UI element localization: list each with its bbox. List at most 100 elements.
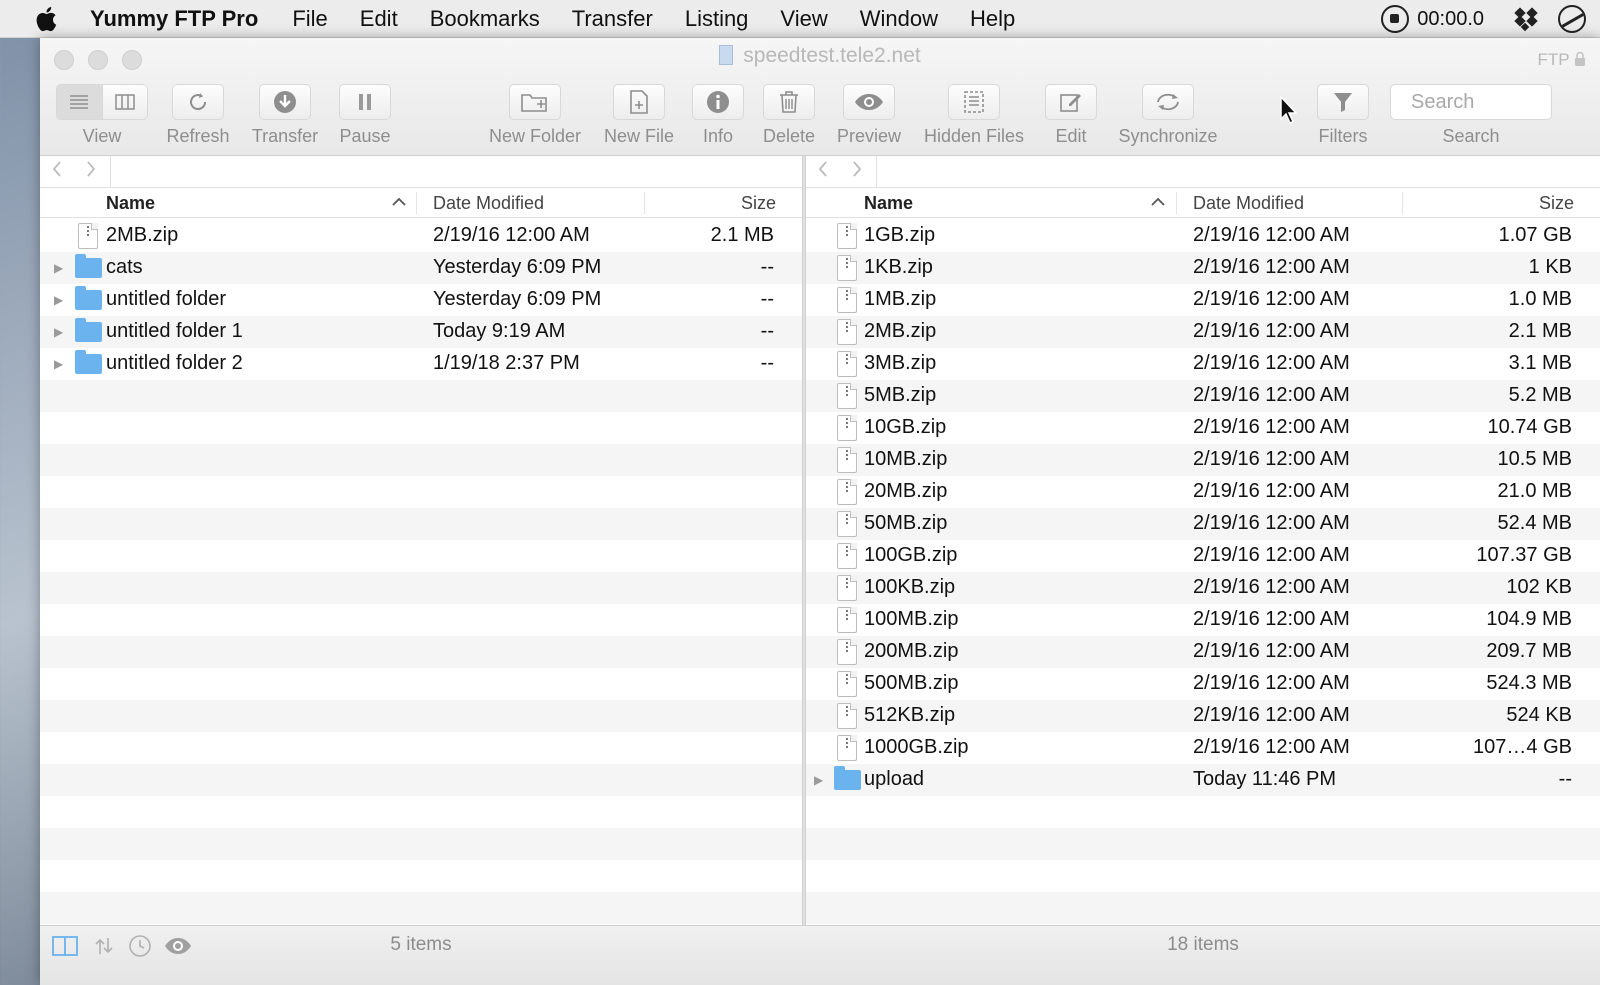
table-row[interactable]: 10MB.zip 2/19/16 12:00 AM 10.5 MB <box>806 444 1600 476</box>
trash-icon <box>780 91 798 113</box>
local-back-button[interactable] <box>40 160 74 183</box>
table-row[interactable]: 1GB.zip 2/19/16 12:00 AM 1.07 GB <box>806 220 1600 252</box>
zip-file-icon <box>837 511 857 537</box>
window-title: speedtest.tele2.net <box>40 44 1600 68</box>
file-size: 1.0 MB <box>1508 288 1572 310</box>
table-row[interactable]: 10GB.zip 2/19/16 12:00 AM 10.74 GB <box>806 412 1600 444</box>
filters-button[interactable] <box>1317 84 1369 120</box>
local-forward-button[interactable] <box>74 160 108 183</box>
list-view-button[interactable] <box>57 85 102 119</box>
table-row[interactable]: 100KB.zip 2/19/16 12:00 AM 102 KB <box>806 572 1600 604</box>
menu-edit[interactable]: Edit <box>360 6 398 32</box>
file-date: Yesterday 6:09 PM <box>433 256 602 278</box>
pause-tool[interactable]: Pause <box>334 84 396 147</box>
menu-bookmarks[interactable]: Bookmarks <box>430 6 540 32</box>
remote-forward-button[interactable] <box>840 160 874 183</box>
status-bar: 5 items 18 items <box>40 925 1600 985</box>
local-size-column-header[interactable]: Size <box>741 193 776 214</box>
menu-listing[interactable]: Listing <box>685 6 749 32</box>
preview-button[interactable] <box>843 84 895 120</box>
synchronize-button[interactable] <box>1142 84 1194 120</box>
column-separator[interactable] <box>416 192 417 214</box>
table-row[interactable]: 100GB.zip 2/19/16 12:00 AM 107.37 GB <box>806 540 1600 572</box>
delete-button[interactable] <box>763 84 815 120</box>
column-view-button[interactable] <box>101 85 147 119</box>
file-name: cats <box>106 256 143 278</box>
transfer-button[interactable] <box>259 84 311 120</box>
pause-button[interactable] <box>339 84 391 120</box>
disclosure-triangle-icon[interactable]: ▶ <box>54 261 63 275</box>
table-row[interactable]: 1KB.zip 2/19/16 12:00 AM 1 KB <box>806 252 1600 284</box>
zip-file-icon <box>837 607 857 633</box>
remote-pane: Name Date Modified Size 1GB.zip 2/19/16 1… <box>806 156 1600 925</box>
status-circle-icon[interactable] <box>1558 5 1586 33</box>
info-tool[interactable]: Info <box>690 84 746 147</box>
search-input[interactable]: Search <box>1390 84 1552 120</box>
edit-tool[interactable]: Edit <box>1043 84 1099 147</box>
column-separator[interactable] <box>1176 192 1177 214</box>
preview-tool[interactable]: Preview <box>832 84 906 147</box>
refresh-button[interactable] <box>172 84 224 120</box>
table-row[interactable]: 50MB.zip 2/19/16 12:00 AM 52.4 MB <box>806 508 1600 540</box>
screen-record-icon[interactable] <box>1381 5 1410 33</box>
table-row[interactable]: ▶ cats Yesterday 6:09 PM -- <box>40 252 802 284</box>
table-row[interactable]: 1MB.zip 2/19/16 12:00 AM 1.0 MB <box>806 284 1600 316</box>
refresh-tool[interactable]: Refresh <box>161 84 235 147</box>
remote-back-button[interactable] <box>806 160 840 183</box>
table-row[interactable]: ▶ upload Today 11:46 PM -- <box>806 764 1600 796</box>
local-date-column-header[interactable]: Date Modified <box>433 193 544 214</box>
table-row[interactable]: 512KB.zip 2/19/16 12:00 AM 524 KB <box>806 700 1600 732</box>
column-separator[interactable] <box>644 192 645 214</box>
file-size: 524 KB <box>1506 704 1572 726</box>
remote-size-column-header[interactable]: Size <box>1539 193 1574 214</box>
delete-tool[interactable]: Delete <box>756 84 822 147</box>
table-row[interactable]: 2MB.zip 2/19/16 12:00 AM 2.1 MB <box>806 316 1600 348</box>
info-button[interactable] <box>692 84 744 120</box>
menu-transfer[interactable]: Transfer <box>572 6 653 32</box>
new-file-tool[interactable]: New File <box>598 84 680 147</box>
remote-name-column-header[interactable]: Name <box>864 193 913 214</box>
dropbox-icon[interactable] <box>1514 7 1538 32</box>
table-row[interactable]: 3MB.zip 2/19/16 12:00 AM 3.1 MB <box>806 348 1600 380</box>
local-status: 5 items <box>40 926 802 985</box>
table-row[interactable]: 1000GB.zip 2/19/16 12:00 AM 107…4 GB <box>806 732 1600 764</box>
table-row[interactable]: 2MB.zip 2/19/16 12:00 AM 2.1 MB <box>40 220 802 252</box>
new-folder-button[interactable] <box>509 84 561 120</box>
disclosure-triangle-icon[interactable]: ▶ <box>54 325 63 339</box>
table-row[interactable]: 100MB.zip 2/19/16 12:00 AM 104.9 MB <box>806 604 1600 636</box>
apple-menu[interactable] <box>0 0 90 38</box>
new-file-button[interactable] <box>613 84 665 120</box>
hidden-files-tool[interactable]: Hidden Files <box>916 84 1032 147</box>
file-size: 524.3 MB <box>1486 672 1572 694</box>
table-row[interactable]: ▶ untitled folder 2 1/19/18 2:37 PM -- <box>40 348 802 380</box>
table-row[interactable]: 200MB.zip 2/19/16 12:00 AM 209.7 MB <box>806 636 1600 668</box>
table-row[interactable]: 20MB.zip 2/19/16 12:00 AM 21.0 MB <box>806 476 1600 508</box>
disclosure-triangle-icon[interactable]: ▶ <box>814 773 823 787</box>
app-name-menu[interactable]: Yummy FTP Pro <box>90 6 258 32</box>
file-name: 20MB.zip <box>864 480 948 502</box>
menu-window[interactable]: Window <box>860 6 938 32</box>
file-date: Yesterday 6:09 PM <box>433 288 602 310</box>
synchronize-tool[interactable]: Synchronize <box>1110 84 1226 147</box>
edit-button[interactable] <box>1045 84 1097 120</box>
menu-file[interactable]: File <box>292 6 327 32</box>
local-name-column-header[interactable]: Name <box>106 193 155 214</box>
new-folder-tool[interactable]: New Folder <box>482 84 588 147</box>
zip-file-icon <box>837 415 857 441</box>
menu-view[interactable]: View <box>780 6 827 32</box>
table-row[interactable]: ▶ untitled folder Yesterday 6:09 PM -- <box>40 284 802 316</box>
filters-tool[interactable]: Filters <box>1312 84 1374 147</box>
table-row[interactable]: 5MB.zip 2/19/16 12:00 AM 5.2 MB <box>806 380 1600 412</box>
table-row[interactable]: ▶ untitled folder 1 Today 9:19 AM -- <box>40 316 802 348</box>
file-date: 1/19/18 2:37 PM <box>433 352 580 374</box>
transfer-tool[interactable]: Transfer <box>246 84 324 147</box>
table-row[interactable]: 500MB.zip 2/19/16 12:00 AM 524.3 MB <box>806 668 1600 700</box>
disclosure-triangle-icon[interactable]: ▶ <box>54 357 63 371</box>
remote-date-column-header[interactable]: Date Modified <box>1193 193 1304 214</box>
sort-ascending-icon <box>392 197 406 206</box>
disclosure-triangle-icon[interactable]: ▶ <box>54 293 63 307</box>
hidden-files-button[interactable] <box>948 84 1000 120</box>
window-title-text: speedtest.tele2.net <box>743 44 921 67</box>
menu-help[interactable]: Help <box>970 6 1015 32</box>
column-separator[interactable] <box>1402 192 1403 214</box>
